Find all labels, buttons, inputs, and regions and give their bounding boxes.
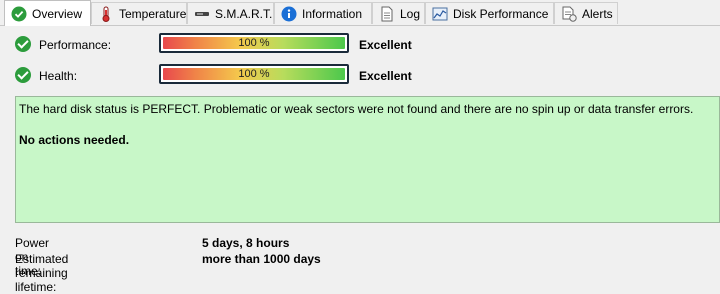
tab-alerts[interactable]: Alerts <box>554 2 618 24</box>
actions-message: No actions needed. <box>19 133 130 147</box>
alert-document-icon <box>561 6 577 22</box>
health-label: Health: <box>39 69 78 83</box>
tab-label: Alerts <box>582 6 613 21</box>
tab-overview[interactable]: Overview <box>4 0 91 26</box>
document-icon <box>379 6 395 22</box>
tab-information[interactable]: Information <box>274 2 372 24</box>
tab-temperature[interactable]: Temperature <box>91 2 187 24</box>
thermometer-icon <box>98 6 114 22</box>
green-check-icon <box>11 6 27 22</box>
tab-label: Temperature <box>119 6 187 21</box>
tab-label: Overview <box>32 6 83 21</box>
tab-disk-performance[interactable]: Disk Performance <box>425 2 554 24</box>
check-icon <box>15 36 31 52</box>
tab-label: S.M.A.R.T. <box>215 6 273 21</box>
health-bar: 100 % <box>159 64 349 84</box>
check-icon <box>15 67 31 83</box>
status-panel: The hard disk status is PERFECT. Problem… <box>15 96 720 223</box>
tab-label: Log <box>400 6 421 21</box>
info-icon <box>281 6 297 22</box>
performance-percent: 100 % <box>238 37 270 49</box>
tab-bar: Overview Temperature S.M.A.R.T. Informat… <box>0 0 720 26</box>
performance-rating: Excellent <box>359 38 412 52</box>
health-rating: Excellent <box>359 69 412 83</box>
status-message: The hard disk status is PERFECT. Problem… <box>19 102 694 116</box>
performance-bar: 100 % <box>159 33 349 53</box>
performance-label: Performance: <box>39 38 112 52</box>
chart-icon <box>432 6 448 22</box>
health-percent: 100 % <box>238 68 270 80</box>
health-row: Health: 100 % Excellent <box>0 64 720 88</box>
disk-drive-icon <box>194 6 210 22</box>
tab-log[interactable]: Log <box>372 2 425 24</box>
tab-label: Information <box>302 6 363 21</box>
lifetime-label: Estimated remaining lifetime: <box>15 252 69 294</box>
lifetime-value: more than 1000 days <box>202 252 321 266</box>
tab-smart[interactable]: S.M.A.R.T. <box>187 2 274 24</box>
tab-label: Disk Performance <box>453 6 549 21</box>
performance-row: Performance: 100 % Excellent <box>0 33 720 57</box>
power-on-value: 5 days, 8 hours <box>202 236 290 250</box>
